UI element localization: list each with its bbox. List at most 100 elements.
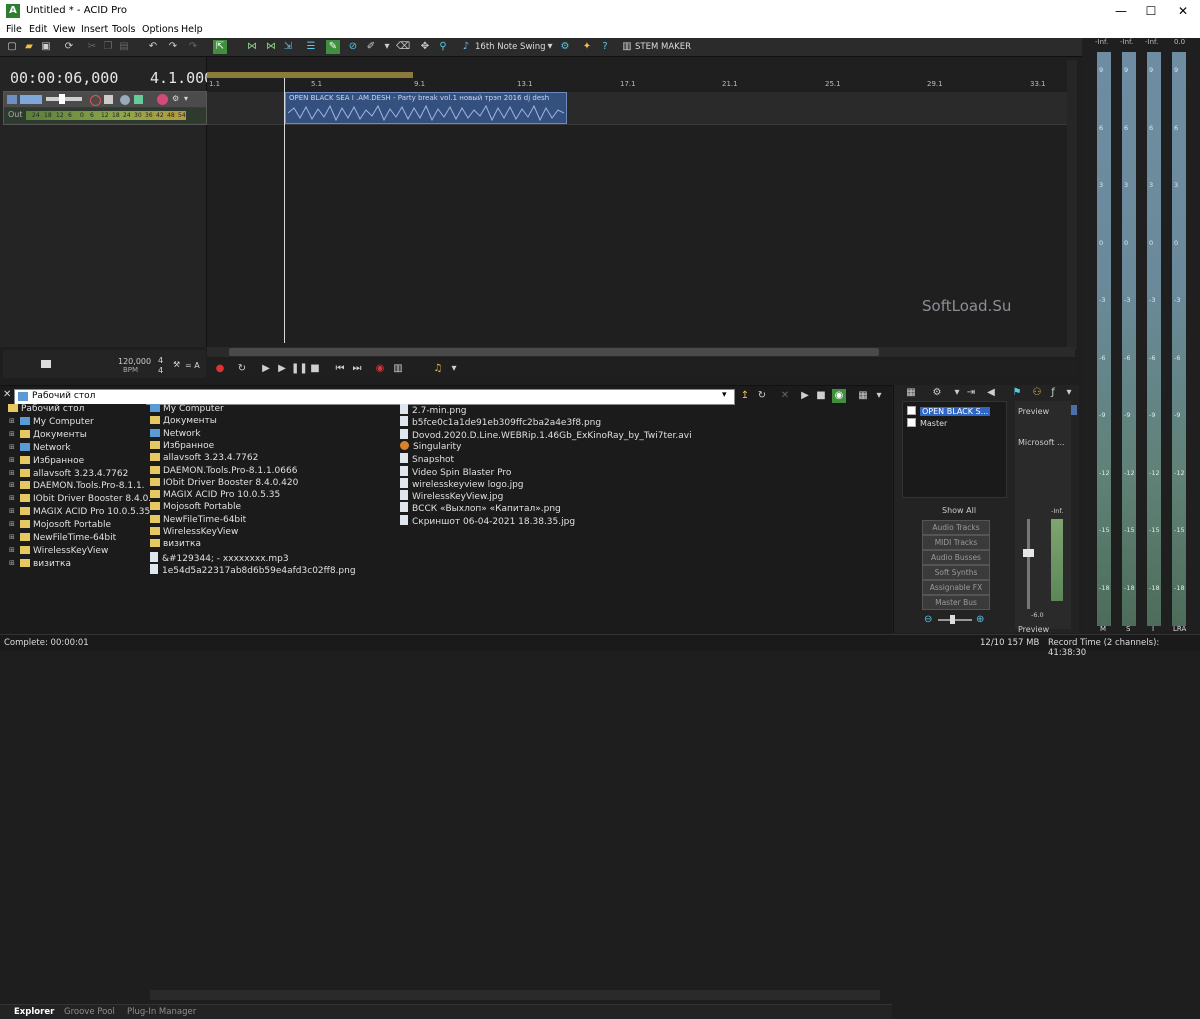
- file-list-item[interactable]: 1e54d5a22317ab8d6b59e4afd3c02ff8.png: [150, 563, 356, 576]
- time-signature-bottom[interactable]: 4: [158, 366, 163, 375]
- stem-maker-button[interactable]: STEM MAKER: [635, 42, 691, 52]
- menu-file[interactable]: File: [6, 24, 22, 35]
- preview-fader[interactable]: [1027, 519, 1030, 609]
- swing-icon[interactable]: ♪: [459, 40, 473, 54]
- expand-icon[interactable]: ⊞: [9, 456, 15, 464]
- filter-audio-busses[interactable]: Audio Busses: [922, 550, 990, 565]
- minimize-button[interactable]: —: [1106, 3, 1136, 19]
- tree-item[interactable]: Рабочий стол: [8, 404, 84, 414]
- tree-item[interactable]: ⊞ MAGIX ACID Pro 10.0.5.35: [9, 507, 150, 517]
- expand-icon[interactable]: ⊞: [9, 443, 15, 451]
- eraser-tool-icon[interactable]: ⌫: [396, 40, 410, 54]
- track-menu-icon[interactable]: ▾: [184, 94, 188, 103]
- track-header[interactable]: ⚙ ▾ Out 24 18 12 6 0 6 12 18 24 30 36 42…: [3, 91, 207, 125]
- file-list-item[interactable]: &#129344; - xxxxxxxx.mp3: [150, 551, 289, 564]
- file-list-item[interactable]: ВССК «Выхлоп» «Капитал».png: [400, 502, 561, 514]
- new-file-icon[interactable]: ▢: [5, 40, 19, 54]
- timeline-horizontal-scrollbar[interactable]: [207, 347, 1075, 357]
- menu-tools[interactable]: Tools: [112, 24, 135, 35]
- file-list-item[interactable]: визитка: [150, 539, 201, 549]
- file-list-scrollbar[interactable]: [150, 990, 880, 1000]
- stem-maker-icon[interactable]: ▥: [620, 40, 634, 54]
- zoom-slider-thumb[interactable]: [950, 615, 955, 624]
- close-button[interactable]: ✕: [1168, 3, 1198, 19]
- file-list-item[interactable]: allavsoft 3.23.4.7762: [150, 453, 258, 463]
- copy-icon[interactable]: ❐: [101, 40, 115, 54]
- metronome-icon[interactable]: ▥: [391, 362, 405, 376]
- time-select-icon[interactable]: ☰: [304, 40, 318, 54]
- save-icon[interactable]: ▣: [39, 40, 53, 54]
- bus-list[interactable]: OPEN BLACK S... Master: [902, 401, 1007, 498]
- up-folder-icon[interactable]: ↥: [738, 389, 752, 403]
- tree-item[interactable]: ⊞ DAEMON.Tools.Pro-8.1.1.: [9, 481, 145, 491]
- tempo-slider-thumb[interactable]: [41, 360, 51, 368]
- paint-tool-icon[interactable]: ⊘: [346, 40, 360, 54]
- expand-icon[interactable]: ⊞: [9, 417, 15, 425]
- fx-icon[interactable]: [120, 95, 130, 105]
- folder-tree[interactable]: Рабочий стол ⊞ My Computer ⊞ Документы ⊞ Netwo…: [8, 404, 151, 619]
- transport-menu-icon[interactable]: ▾: [447, 362, 461, 376]
- expand-icon[interactable]: ⊞: [9, 559, 15, 567]
- select-tool-icon[interactable]: ⇲: [281, 40, 295, 54]
- file-list-item[interactable]: My Computer: [150, 404, 224, 414]
- tree-item[interactable]: ⊞ Избранное: [9, 455, 84, 466]
- path-dropdown-icon[interactable]: ▾: [722, 390, 727, 400]
- expand-icon[interactable]: ⊞: [9, 494, 15, 502]
- audio-bus-icon[interactable]: ⚇: [1030, 386, 1044, 400]
- filter-audio-tracks[interactable]: Audio Tracks: [922, 520, 990, 535]
- record-arm-global-icon[interactable]: ◉: [373, 362, 387, 376]
- swing-select[interactable]: 16th Note Swing: [475, 42, 546, 52]
- filter-master-bus[interactable]: Master Bus: [922, 595, 990, 610]
- pause-icon[interactable]: ❚❚: [291, 362, 308, 376]
- expand-icon[interactable]: ⊞: [9, 507, 15, 515]
- time-signature-top[interactable]: 4: [158, 356, 163, 365]
- chord-icon[interactable]: ✦: [580, 40, 594, 54]
- file-list-item[interactable]: Избранное: [150, 440, 214, 451]
- volume-slider-thumb[interactable]: [59, 94, 65, 104]
- expand-icon[interactable]: ⊞: [9, 546, 15, 554]
- file-list-item[interactable]: wirelesskeyview logo.jpg: [400, 477, 524, 490]
- file-list-item[interactable]: Snapshot: [400, 453, 454, 465]
- insert-fx-icon[interactable]: ⚑: [1010, 386, 1024, 400]
- speaker-icon[interactable]: ◀: [984, 386, 998, 400]
- play-icon[interactable]: ▶: [275, 362, 289, 376]
- fx-chain-icon[interactable]: ƒ: [1046, 386, 1060, 400]
- expand-icon[interactable]: ⊞: [9, 469, 15, 477]
- maximize-button[interactable]: ☐: [1136, 3, 1166, 19]
- soft-synth-icon[interactable]: ▾: [1062, 386, 1076, 400]
- dropdown-icon[interactable]: ▾: [380, 40, 394, 54]
- file-list-item[interactable]: Singularity: [400, 440, 461, 452]
- tree-item[interactable]: ⊞ NewFileTime-64bit: [9, 533, 116, 543]
- file-list-item[interactable]: Mojosoft Portable: [150, 502, 241, 512]
- envelope-icon[interactable]: [134, 95, 143, 104]
- expand-icon[interactable]: ⊞: [9, 533, 15, 541]
- tree-item[interactable]: ⊞ Mojosoft Portable: [9, 520, 111, 530]
- file-list-item[interactable]: Скриншот 06-04-2021 18.38.35.jpg: [400, 514, 575, 527]
- audio-clip[interactable]: OPEN BLACK SEA I .AM.DESH - Party break …: [285, 92, 567, 124]
- bus-checkbox[interactable]: [907, 418, 916, 427]
- redo-icon[interactable]: ↷: [166, 40, 180, 54]
- go-to-end-icon[interactable]: ⏭: [350, 362, 364, 376]
- mixer-settings-icon[interactable]: ⚙: [930, 386, 944, 400]
- history-icon[interactable]: ↷: [186, 40, 200, 54]
- tree-item[interactable]: ⊞ Network: [9, 442, 71, 453]
- cut-icon[interactable]: ✂: [85, 40, 99, 54]
- tree-item[interactable]: ⊞ allavsoft 3.23.4.7762: [9, 468, 128, 479]
- file-list-item[interactable]: NewFileTime-64bit: [150, 514, 246, 525]
- refresh-icon[interactable]: ↻: [755, 389, 769, 403]
- menu-view[interactable]: View: [53, 24, 76, 35]
- menu-insert[interactable]: Insert: [81, 24, 108, 35]
- zoom-tool-icon[interactable]: ⚲: [436, 40, 450, 54]
- go-to-start-icon[interactable]: ⏮: [333, 362, 347, 376]
- record-arm-icon[interactable]: [90, 95, 101, 106]
- file-list-item[interactable]: Документы: [150, 416, 217, 426]
- file-list-item[interactable]: Network: [150, 428, 201, 439]
- delete-icon[interactable]: ✕: [778, 389, 792, 403]
- tree-item[interactable]: ⊞ визитка: [9, 558, 71, 569]
- tree-item[interactable]: ⊞ Документы: [9, 429, 87, 440]
- track-lane[interactable]: OPEN BLACK SEA I .AM.DESH - Party break …: [207, 92, 1069, 125]
- timeline-vertical-scrollbar[interactable]: [1067, 60, 1077, 350]
- loop-icon[interactable]: ↻: [235, 362, 249, 376]
- menu-options[interactable]: Options: [142, 24, 179, 35]
- draw-tool-icon[interactable]: ✎: [326, 40, 340, 54]
